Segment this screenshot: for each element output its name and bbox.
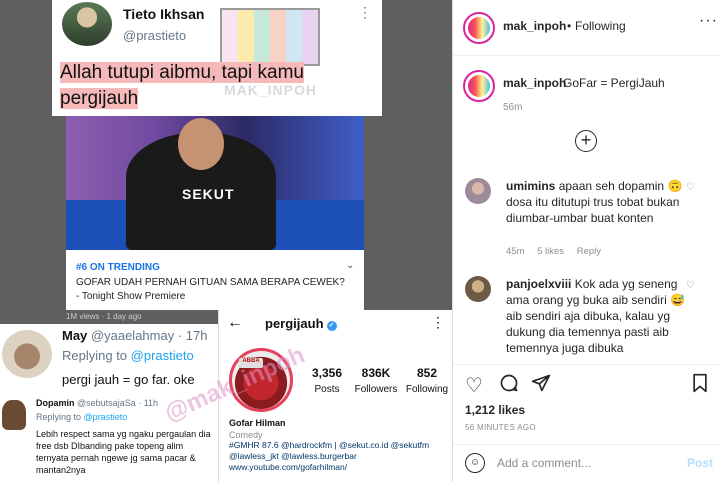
post-timestamp: 56 MINUTES AGO bbox=[465, 423, 536, 432]
more-vert-icon: ⋮ bbox=[431, 314, 445, 330]
comment: umimins apaan seh dopamin 🙃 dosa itu dit… bbox=[506, 178, 686, 226]
send-icon[interactable] bbox=[531, 373, 551, 399]
video-meta: 1M views · 1 day ago bbox=[66, 312, 142, 321]
replying-to: Replying to @prastieto bbox=[62, 348, 194, 363]
likes-count[interactable]: 1,212 likes bbox=[465, 403, 525, 417]
heart-icon[interactable]: ♡ bbox=[686, 280, 695, 291]
following-button[interactable]: Following bbox=[575, 19, 626, 33]
tweet-author-handle: @prastieto bbox=[123, 28, 187, 43]
more-vert-icon: ⋮ bbox=[358, 4, 372, 20]
reply-author: May @yaaelahmay · 17h bbox=[62, 328, 208, 343]
bookmark-icon[interactable] bbox=[691, 373, 709, 399]
replying-to: Replying to @prastieto bbox=[36, 412, 128, 422]
post-actions: ♡ 1,212 likes 56 MINUTES AGO bbox=[453, 364, 720, 444]
post-header: mak_inpoh • Following ··· bbox=[453, 0, 720, 56]
profile-card: ← pergijauh ✓ ⋮ ABBA 3,356 Posts 836K Follo… bbox=[218, 310, 452, 482]
post-button[interactable]: Post bbox=[687, 456, 713, 470]
plus-circle-icon[interactable]: + bbox=[575, 130, 597, 152]
caption-username[interactable]: mak_inpoh bbox=[503, 76, 566, 90]
separator-dot: • bbox=[567, 19, 572, 33]
instagram-post-panel: mak_inpoh • Following ··· mak_inpoh GoFa… bbox=[452, 0, 720, 482]
tweet-author-name: Tieto Ikhsan bbox=[123, 6, 205, 22]
caption-text: GoFar = PergiJauh bbox=[563, 76, 665, 90]
chevron-down-icon: ⌄ bbox=[346, 260, 355, 271]
comment-icon[interactable] bbox=[499, 373, 519, 399]
header-username[interactable]: mak_inpoh bbox=[503, 19, 566, 33]
video-thumbnail: SEKUT bbox=[66, 116, 364, 250]
avatar[interactable] bbox=[465, 178, 491, 204]
reply-text: Lebih respect sama yg ngaku pergaulan di… bbox=[36, 429, 211, 475]
avatar bbox=[2, 400, 26, 430]
shirt-text: SEKUT bbox=[182, 186, 235, 202]
watermark-text: MAK_INPOH bbox=[224, 82, 318, 98]
comment-meta: 45m 5 likes Reply bbox=[506, 246, 611, 257]
posts-stat: 3,356 Posts bbox=[311, 366, 343, 395]
reply-button[interactable]: Reply bbox=[577, 246, 601, 257]
comment: panjoelxviii Kok ada yg seneng ama orang… bbox=[506, 276, 686, 356]
profile-name: Gofar Hilman bbox=[229, 418, 286, 428]
profile-username: pergijauh ✓ bbox=[265, 316, 337, 331]
watermark-color-bars bbox=[220, 8, 320, 66]
comment-username[interactable]: umimins bbox=[506, 179, 555, 193]
heart-icon[interactable]: ♡ bbox=[465, 373, 483, 398]
back-arrow-icon: ← bbox=[227, 314, 243, 331]
smiley-icon[interactable]: ☺ bbox=[465, 453, 485, 473]
more-horiz-icon[interactable]: ··· bbox=[699, 12, 718, 30]
comment-likes[interactable]: 5 likes bbox=[537, 246, 564, 257]
comment-bar: ☺ Post bbox=[453, 444, 720, 482]
profile-category: Comedy bbox=[229, 430, 263, 440]
tweet-card: Tieto Ikhsan @prastieto ⋮ Allah tutupi a… bbox=[52, 0, 382, 116]
caption-time: 56m bbox=[503, 102, 523, 113]
comment-input[interactable] bbox=[497, 451, 677, 475]
profile-bio: #GMHR 87.6 @hardrockfm | @sekut.co.id @s… bbox=[229, 440, 430, 472]
post-image: Tieto Ikhsan @prastieto ⋮ Allah tutupi a… bbox=[0, 0, 452, 482]
comment-time: 45m bbox=[506, 246, 525, 257]
video-card: SEKUT #6 ON TRENDING ⌄ GOFAR UDAH PERNAH… bbox=[66, 116, 364, 310]
avatar[interactable] bbox=[463, 70, 495, 102]
reply-text: pergi jauh = go far. oke bbox=[62, 372, 195, 387]
avatar[interactable] bbox=[465, 276, 491, 302]
tweet-avatar bbox=[62, 2, 112, 46]
followers-stat: 836K Followers bbox=[354, 366, 398, 395]
reply-author: Dopamin @sebutsajaSa · 11h bbox=[36, 398, 159, 408]
verified-badge-icon: ✓ bbox=[326, 321, 337, 331]
comment-username[interactable]: panjoelxviii bbox=[506, 277, 571, 291]
avatar[interactable] bbox=[463, 12, 495, 44]
heart-icon[interactable]: ♡ bbox=[686, 182, 695, 193]
following-stat: 852 Following bbox=[405, 366, 449, 395]
video-title: GOFAR UDAH PERNAH GITUAN SAMA BERAPA CEW… bbox=[76, 277, 345, 302]
avatar bbox=[2, 330, 52, 378]
trending-tag: #6 ON TRENDING bbox=[76, 262, 160, 273]
